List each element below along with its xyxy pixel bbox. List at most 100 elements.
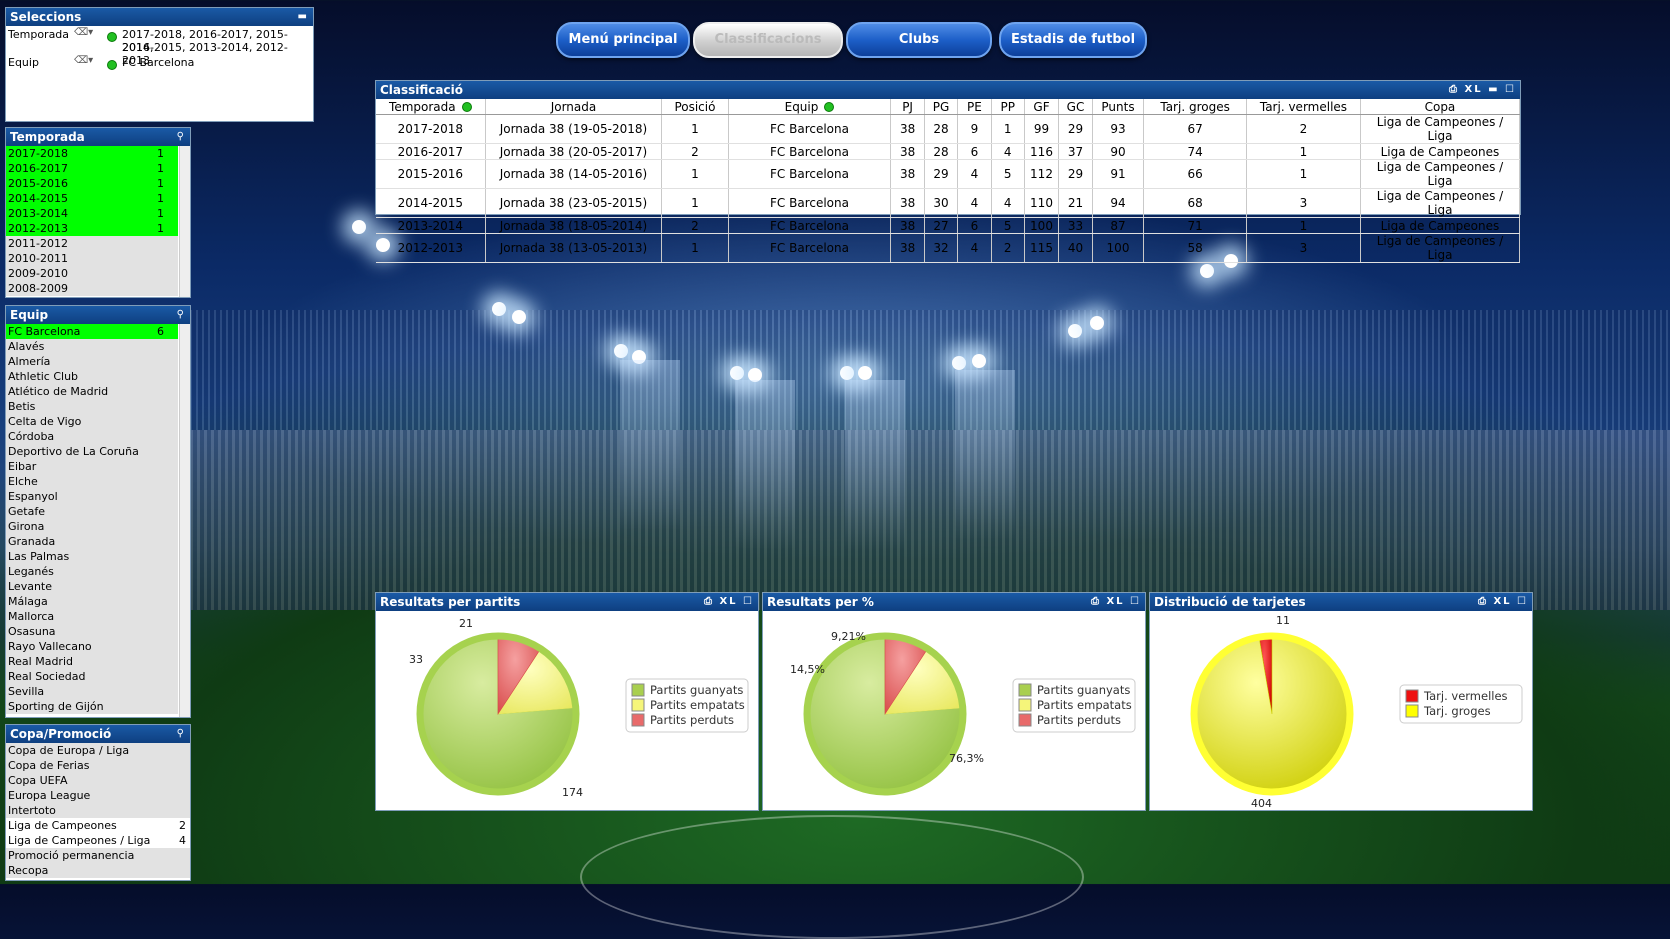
list-item[interactable]: Córdoba	[6, 429, 178, 444]
list-item[interactable]: Copa UEFA	[6, 773, 190, 788]
panel-controls[interactable]: ⎙ XL ☐	[1478, 593, 1528, 611]
list-item[interactable]: Alavés	[6, 339, 178, 354]
panel-controls[interactable]: ⎙ XL ▬ ☐	[1449, 81, 1516, 99]
excel-export-button[interactable]: XL	[1106, 596, 1124, 607]
eraser-icon[interactable]: ⌫▾	[74, 55, 93, 66]
search-icon[interactable]: ⚲	[177, 306, 186, 324]
nav-button-clubs[interactable]: Clubs	[846, 22, 992, 58]
table-row[interactable]: 2013-2014 Jornada 38 (18-05-2014) 2 FC Barc…	[376, 217, 1521, 234]
list-item[interactable]: Mallorca	[6, 609, 178, 624]
legend-label[interactable]: Tarj. groges	[1423, 704, 1491, 718]
column-header-posicio[interactable]: Posició	[661, 99, 729, 115]
list-item[interactable]: Real Madrid	[6, 654, 178, 669]
table-row[interactable]: 2017-2018 Jornada 38 (19-05-2018) 1 FC Barc…	[376, 114, 1521, 144]
column-header-jornada[interactable]: Jornada	[485, 99, 663, 115]
list-item[interactable]: Europa League	[6, 788, 190, 803]
search-icon[interactable]: ⚲	[177, 128, 186, 146]
panel-controls[interactable]: ⎙ XL ☐	[704, 593, 754, 611]
legend-label[interactable]: Partits guanyats	[1037, 683, 1130, 697]
list-item[interactable]: Almería	[6, 354, 178, 369]
table-row[interactable]: 2016-2017 Jornada 38 (20-05-2017) 2 FC Barc…	[376, 143, 1521, 160]
column-header-pg[interactable]: PG	[924, 99, 959, 115]
list-item[interactable]: Celta de Vigo	[6, 414, 178, 429]
list-item-label: Copa UEFA	[8, 774, 68, 787]
table-cell: 71	[1143, 217, 1248, 234]
column-header-punts[interactable]: Punts	[1092, 99, 1145, 115]
list-item[interactable]: 2013-2014 1	[6, 206, 178, 221]
list-item[interactable]: Real Sociedad	[6, 669, 178, 684]
list-item[interactable]: Liga de Campeones / Liga 4	[6, 833, 190, 848]
list-item[interactable]: Sporting de Gijón	[6, 699, 178, 714]
list-item[interactable]: 2012-2013 1	[6, 221, 178, 236]
table-row[interactable]: 2012-2013 Jornada 38 (13-05-2013) 1 FC Barc…	[376, 233, 1521, 263]
excel-export-button[interactable]: XL	[1465, 84, 1483, 95]
list-item-count: 1	[157, 222, 164, 235]
list-item[interactable]: 2010-2011	[6, 251, 178, 266]
legend-label[interactable]: Partits perduts	[650, 713, 734, 727]
list-item-label: Rayo Vallecano	[8, 640, 92, 653]
list-item[interactable]: Osasuna	[6, 624, 178, 639]
list-item[interactable]: 2008-2009	[6, 281, 178, 296]
column-header-tarj-vermelles[interactable]: Tarj. vermelles	[1246, 99, 1361, 115]
legend-label[interactable]: Partits empatats	[1037, 698, 1132, 712]
list-item[interactable]: Sevilla	[6, 684, 178, 699]
nav-button-estadis-de-futbol[interactable]: Estadis de futbol	[999, 22, 1147, 58]
legend-label[interactable]: Partits guanyats	[650, 683, 743, 697]
table-row[interactable]: 2014-2015 Jornada 38 (23-05-2015) 1 FC Barc…	[376, 188, 1521, 218]
list-item[interactable]: Granada	[6, 534, 178, 549]
excel-export-button[interactable]: XL	[719, 596, 737, 607]
table-cell: Liga de Campeones	[1360, 217, 1521, 234]
temporada-scrollbar[interactable]	[179, 146, 190, 297]
list-item[interactable]: Leganés	[6, 564, 178, 579]
list-item[interactable]: Athletic Club	[6, 369, 178, 384]
legend-label[interactable]: Tarj. vermelles	[1423, 689, 1508, 703]
list-item[interactable]: 2016-2017 1	[6, 161, 178, 176]
list-item[interactable]: Betis	[6, 399, 178, 414]
list-item[interactable]: Espanyol	[6, 489, 178, 504]
column-header-gf[interactable]: GF	[1024, 99, 1060, 115]
column-header-tarj-groges[interactable]: Tarj. groges	[1143, 99, 1248, 115]
list-item[interactable]: Copa de Europa / Liga	[6, 743, 190, 758]
list-item[interactable]: Recopa	[6, 863, 190, 878]
minimize-icon[interactable]: ▬	[298, 8, 309, 26]
list-item[interactable]: Elche	[6, 474, 178, 489]
table-row[interactable]: 2015-2016 Jornada 38 (14-05-2016) 1 FC Barc…	[376, 159, 1521, 189]
list-item[interactable]: Copa de Ferias	[6, 758, 190, 773]
list-item[interactable]: 2017-2018 1	[6, 146, 178, 161]
nav-button-classificacions[interactable]: Classificacions	[693, 22, 843, 58]
list-item[interactable]: Getafe	[6, 504, 178, 519]
column-header-temporada[interactable]: Temporada	[376, 99, 486, 115]
list-item[interactable]: Levante	[6, 579, 178, 594]
legend-label[interactable]: Partits perduts	[1037, 713, 1121, 727]
list-item[interactable]: Intertoto	[6, 803, 190, 818]
table-cell: 100	[1092, 233, 1145, 263]
list-item[interactable]: Rayo Vallecano	[6, 639, 178, 654]
list-item[interactable]: Liga de Campeones 2	[6, 818, 190, 833]
column-header-pj[interactable]: PJ	[890, 99, 925, 115]
search-icon[interactable]: ⚲	[177, 725, 186, 743]
list-item[interactable]: Málaga	[6, 594, 178, 609]
list-item[interactable]: Las Palmas	[6, 549, 178, 564]
list-item[interactable]: Girona	[6, 519, 178, 534]
legend-label[interactable]: Partits empatats	[650, 698, 745, 712]
nav-button-menu-principal[interactable]: Menú principal	[556, 22, 690, 58]
column-header-copa[interactable]: Copa	[1360, 99, 1521, 115]
column-header-gc[interactable]: GC	[1058, 99, 1093, 115]
list-item[interactable]: 2015-2016 1	[6, 176, 178, 191]
list-item[interactable]: FC Barcelona 6	[6, 324, 178, 339]
column-header-pp[interactable]: PP	[991, 99, 1025, 115]
panel-controls[interactable]: ⎙ XL ☐	[1091, 593, 1141, 611]
list-item[interactable]: 2011-2012	[6, 236, 178, 251]
list-item[interactable]: 2014-2015 1	[6, 191, 178, 206]
list-item[interactable]: 2009-2010	[6, 266, 178, 281]
list-item[interactable]: Promoció permanencia	[6, 848, 190, 863]
list-item[interactable]: Eibar	[6, 459, 178, 474]
eraser-icon[interactable]: ⌫▾	[74, 27, 93, 38]
excel-export-button[interactable]: XL	[1493, 596, 1511, 607]
list-item[interactable]: Deportivo de La Coruña	[6, 444, 178, 459]
column-header-equip[interactable]: Equip	[728, 99, 892, 115]
equip-scrollbar[interactable]	[179, 324, 190, 717]
list-item[interactable]: Atlético de Madrid	[6, 384, 178, 399]
column-header-pe[interactable]: PE	[957, 99, 992, 115]
selected-indicator-icon	[107, 60, 117, 70]
